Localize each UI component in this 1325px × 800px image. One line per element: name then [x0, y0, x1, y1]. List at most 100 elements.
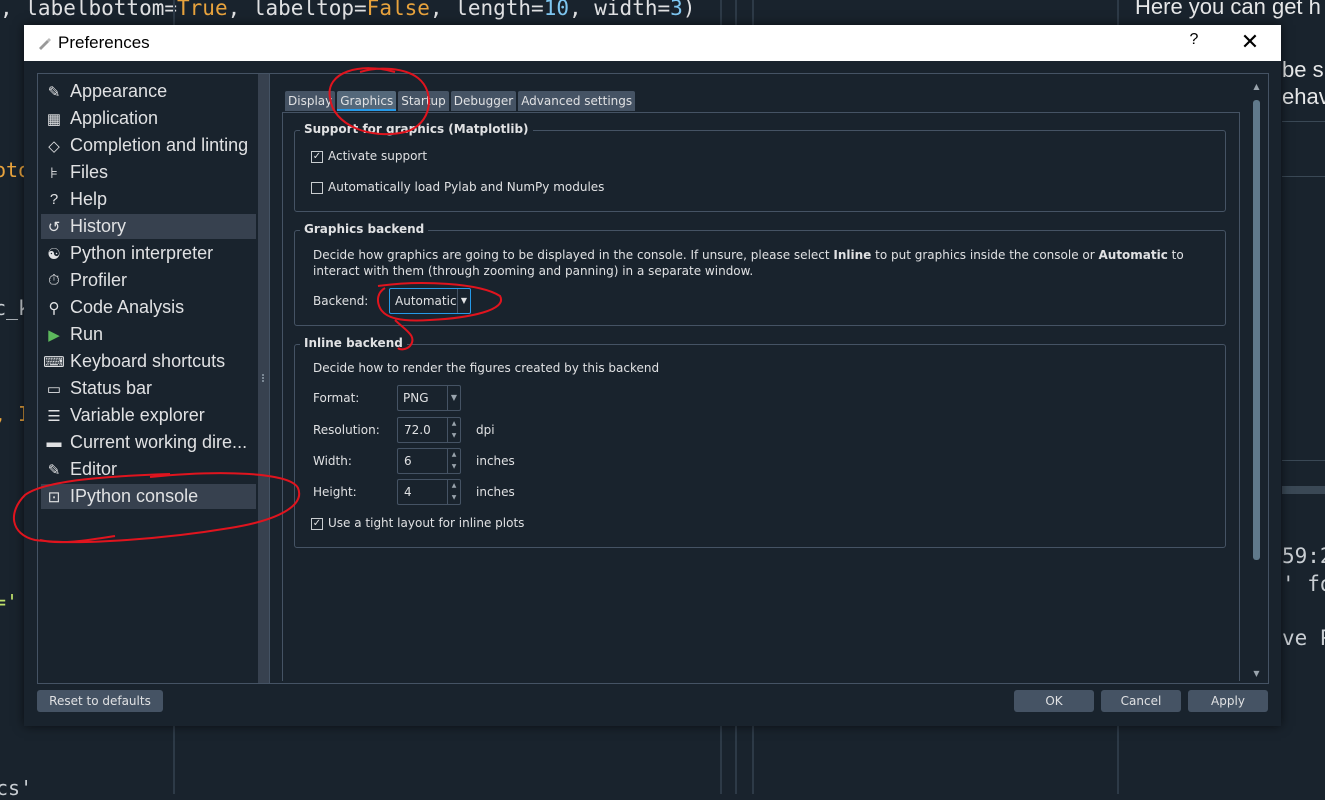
file-tree-icon: ⊧: [50, 164, 58, 182]
backend-description: Decide how graphics are going to be disp…: [313, 247, 1203, 279]
activate-support-checkbox[interactable]: ✓: [311, 151, 323, 163]
inline-backend-group: Inline backend Decide how to render the …: [294, 336, 1226, 548]
tab-debugger[interactable]: Debugger: [450, 91, 517, 111]
sidebar-item-python-interpreter[interactable]: ☯ Python interpreter: [41, 241, 256, 266]
sidebar-item-completion[interactable]: ◇ Completion and linting: [41, 133, 256, 158]
sidebar-item-ipython-console[interactable]: ⊡ IPython console: [41, 484, 256, 509]
background-separator: [1282, 460, 1325, 461]
spin-arrows-icon[interactable]: ▲ ▼: [447, 418, 460, 442]
sidebar-item-label: Help: [70, 189, 108, 209]
sidebar-item-label: Keyboard shortcuts: [70, 351, 226, 371]
magnifier-icon: ⚲: [48, 299, 60, 317]
tab-startup[interactable]: Startup: [398, 91, 449, 111]
group-title: Support for graphics (Matplotlib): [300, 122, 533, 136]
width-spinbox[interactable]: 6 ▲ ▼: [397, 448, 461, 474]
pencil-icon: ✎: [47, 461, 61, 479]
sidebar-item-help[interactable]: ? Help: [41, 187, 256, 212]
description-bold: Automatic: [1098, 248, 1168, 262]
sidebar-item-status-bar[interactable]: ▭ Status bar: [41, 376, 256, 401]
sidebar-item-label: Status bar: [70, 378, 153, 398]
description-text: to put graphics inside the console or: [871, 248, 1099, 262]
chevron-down-icon: ▼: [457, 289, 470, 313]
width-label: Width:: [313, 454, 352, 468]
description-bold: Inline: [833, 248, 872, 262]
sidebar-item-profiler[interactable]: ⏱ Profiler: [41, 268, 256, 293]
background-code-fragment: =': [0, 590, 19, 614]
sidebar-item-working-directory[interactable]: ▬ Current working dire...: [41, 430, 256, 455]
content-scrollbar[interactable]: ▲ ▼: [1251, 82, 1262, 678]
preferences-sidebar: ✎ Appearance ▦ Application ◇ Completion …: [37, 73, 285, 684]
sidebar-item-code-analysis[interactable]: ⚲ Code Analysis: [41, 295, 256, 320]
sidebar-item-editor[interactable]: ✎ Editor: [41, 457, 256, 482]
sidebar-item-label: Code Analysis: [70, 297, 185, 317]
tab-display[interactable]: Display: [285, 91, 336, 111]
resolution-label: Resolution:: [313, 423, 380, 437]
close-button[interactable]: ✕: [1238, 29, 1262, 55]
code-text: , labeltop=: [227, 0, 367, 20]
background-help-text: Here you can get h: [1135, 0, 1321, 19]
code-number: 3: [670, 0, 683, 20]
spin-arrows-icon[interactable]: ▲ ▼: [447, 449, 460, 473]
graphics-backend-group: Graphics backend Decide how graphics are…: [294, 222, 1226, 326]
code-text: , width=: [568, 0, 671, 20]
stopwatch-icon: ⏱: [48, 272, 60, 289]
resolution-spinbox[interactable]: 72.0 ▲ ▼: [397, 417, 461, 443]
folder-icon: ▬: [46, 434, 62, 451]
code-text: , length=: [429, 0, 544, 20]
backend-value: Automatic: [395, 294, 457, 308]
chevron-down-icon: ▼: [447, 386, 460, 410]
activate-support-label: Activate support: [328, 149, 428, 163]
ok-button[interactable]: OK: [1014, 690, 1094, 712]
sidebar-item-appearance[interactable]: ✎ Appearance: [41, 79, 256, 104]
format-dropdown[interactable]: PNG ▼: [397, 385, 461, 411]
scroll-up-icon[interactable]: ▲: [1251, 82, 1262, 91]
help-button[interactable]: ?: [1184, 31, 1204, 53]
background-console-text: ve P: [1282, 626, 1325, 650]
reset-defaults-button[interactable]: Reset to defaults: [37, 690, 163, 712]
statusbar-icon: ▭: [46, 380, 62, 398]
cancel-button[interactable]: Cancel: [1101, 690, 1181, 712]
splitter-grip: [262, 374, 266, 382]
sidebar-item-label: Appearance: [70, 81, 168, 101]
background-code-fragment: cs': [0, 776, 33, 800]
code-text: ): [682, 0, 696, 20]
height-spinbox[interactable]: 4 ▲ ▼: [397, 479, 461, 505]
inline-description: Decide how to render the figures created…: [313, 361, 660, 375]
height-unit: inches: [476, 485, 515, 499]
background-console-text: ' fo: [1282, 572, 1325, 596]
description-text: Decide how graphics are going to be disp…: [313, 248, 834, 262]
sidebar-item-run[interactable]: ▶ Run: [41, 322, 256, 347]
sidebar-item-label: Files: [70, 162, 109, 182]
sidebar-item-label: History: [70, 216, 127, 236]
background-scrollbar: [1282, 486, 1325, 494]
preferences-dialog: Preferences ? ✕ ✎ Appearance ▦ Applicati…: [24, 25, 1281, 726]
sidebar-item-application[interactable]: ▦ Application: [41, 106, 256, 131]
apply-button[interactable]: Apply: [1188, 690, 1268, 712]
tab-bar: Display Graphics Startup Debugger Advanc…: [285, 91, 637, 111]
width-unit: inches: [476, 454, 515, 468]
autoload-pylab-checkbox[interactable]: [311, 182, 323, 194]
sidebar-item-history[interactable]: ↺ History: [41, 214, 256, 239]
app-icon: [36, 35, 52, 51]
resolution-unit: dpi: [476, 423, 495, 437]
tight-layout-checkbox[interactable]: ✓: [311, 518, 323, 530]
width-value: 6: [404, 454, 412, 468]
spin-arrows-icon[interactable]: ▲ ▼: [447, 480, 460, 504]
sidebar-item-variable-explorer[interactable]: ☰ Variable explorer: [41, 403, 256, 428]
sidebar-item-keyboard-shortcuts[interactable]: ⌨ Keyboard shortcuts: [41, 349, 256, 374]
height-label: Height:: [313, 485, 357, 499]
resolution-value: 72.0: [404, 423, 431, 437]
scroll-down-icon[interactable]: ▼: [1251, 669, 1262, 678]
format-label: Format:: [313, 391, 360, 405]
tab-advanced-settings[interactable]: Advanced settings: [518, 91, 636, 111]
background-help-text: be s: [1282, 57, 1324, 82]
question-icon: ?: [49, 191, 59, 208]
scrollbar-thumb[interactable]: [1253, 100, 1260, 560]
sidebar-item-files[interactable]: ⊧ Files: [41, 160, 256, 185]
format-value: PNG: [403, 391, 429, 405]
backend-dropdown[interactable]: Automatic ▼: [389, 288, 471, 314]
sidebar-item-label: Completion and linting: [70, 135, 249, 155]
tab-graphics[interactable]: Graphics: [337, 91, 397, 111]
sidebar-item-label: Variable explorer: [70, 405, 205, 425]
lint-icon: ◇: [48, 137, 60, 155]
